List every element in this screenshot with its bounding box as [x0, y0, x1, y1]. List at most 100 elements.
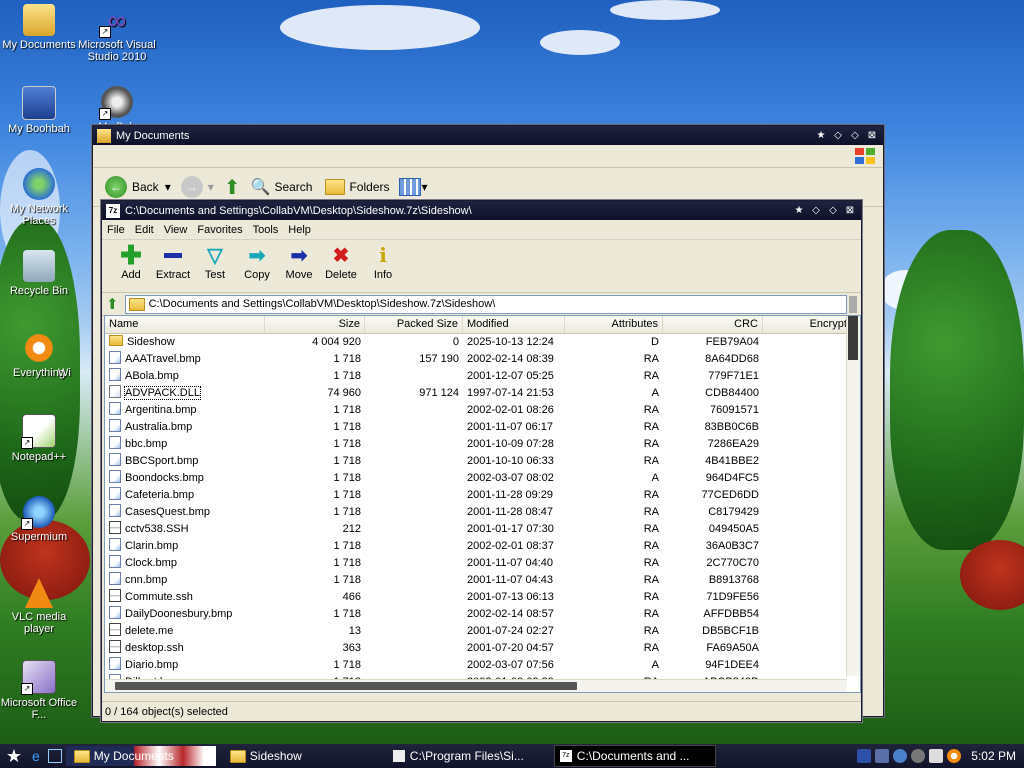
delete-icon: ✖ [332, 244, 350, 267]
table-row[interactable]: Sideshow 4 004 920 0 2025-10-13 12:24 D FEB79… [105, 334, 860, 351]
task-my-documents[interactable]: My Documents [65, 746, 216, 766]
network-icon[interactable] [875, 749, 890, 763]
task-program-files[interactable]: C:\Program Files\Si... [388, 746, 548, 766]
search-label: Search [274, 180, 313, 194]
copy-button[interactable]: ➡ Copy [236, 244, 278, 282]
menu-tools[interactable]: Tools [253, 224, 279, 236]
delete-button[interactable]: ✖ Delete [320, 244, 362, 282]
views-button[interactable]: ▾ [399, 178, 428, 196]
test-button[interactable]: ▽ Test [194, 244, 236, 282]
start-button[interactable]: ★ [0, 744, 28, 768]
my-documents-titlebar[interactable]: My Documents ★ ◇ ◇ ⊠ [93, 126, 883, 145]
table-row[interactable]: DailyDoonesbury.bmp 1 718 2002-02-14 08:57… [105, 606, 860, 623]
close-button[interactable]: ⊠ [843, 204, 857, 218]
table-row[interactable]: Argentina.bmp 1 718 2002-02-01 08:26 RA 7609… [105, 402, 860, 419]
table-row[interactable]: cctv538.SSH 212 2001-01-17 07:30 RA 049450A5 [105, 521, 860, 538]
desktop-icon-recycle-bin[interactable]: Recycle Bin [0, 250, 78, 297]
table-row[interactable]: Australia.bmp 1 718 2001-11-07 06:17 RA 83BB… [105, 419, 860, 436]
pin-star-icon[interactable]: ★ [792, 204, 806, 218]
task-label: C:\Documents and ... [576, 749, 690, 763]
crc-cell: 049450A5 [708, 523, 759, 535]
add-button[interactable]: ✚ Add [110, 240, 152, 282]
maximize-button[interactable]: ◇ [848, 129, 862, 143]
extract-button[interactable]: Extract [152, 244, 194, 281]
volume-icon[interactable] [929, 749, 944, 763]
everything-search-icon[interactable] [947, 749, 962, 763]
table-row[interactable]: CasesQuest.bmp 1 718 2001-11-28 08:47 RA C81… [105, 504, 860, 521]
pin-star-icon[interactable]: ★ [814, 129, 828, 143]
table-row[interactable]: delete.me 13 2001-07-24 02:27 RA DB5BCF1B [105, 623, 860, 640]
file-name-cell: ABola.bmp [105, 368, 265, 385]
column-encrypted[interactable]: Encrypte [763, 316, 858, 333]
desktop-icon-vlc[interactable]: VLC media player [0, 578, 78, 635]
folder-icon [73, 749, 90, 763]
attributes-cell: RA [643, 642, 659, 654]
attributes-cell: RA [643, 421, 659, 433]
move-button[interactable]: ➡ Move [278, 244, 320, 282]
up-folder-icon[interactable]: ⬆ [106, 295, 119, 313]
column-crc[interactable]: CRC [663, 316, 763, 333]
menu-favorites[interactable]: Favorites [197, 224, 242, 236]
column-size[interactable]: Size [265, 316, 365, 333]
desktop-icon-office[interactable]: ↗ Microsoft Office F... [0, 660, 78, 721]
column-name[interactable]: Name [105, 316, 265, 333]
task-sideshow[interactable]: Sideshow [222, 746, 382, 766]
up-folder-button[interactable]: ⬆ [224, 175, 241, 200]
search-button[interactable]: 🔍 Search [251, 177, 313, 197]
info-button[interactable]: i Info [362, 243, 404, 281]
attributes-cell: RA [643, 557, 659, 569]
vertical-scrollbar[interactable] [846, 316, 860, 676]
address-input[interactable]: C:\Documents and Settings\CollabVM\Deskt… [124, 294, 847, 314]
minimize-button[interactable]: ◇ [831, 129, 845, 143]
internet-explorer-icon[interactable]: e [32, 748, 40, 764]
task-7zip[interactable]: 7z C:\Documents and ... [553, 745, 716, 767]
scroll-thumb[interactable] [115, 682, 577, 690]
desktop-icon-my-documents[interactable]: My Documents [0, 4, 78, 51]
table-row[interactable]: ABola.bmp 1 718 2001-12-07 05:25 RA 779F71E1 [105, 368, 860, 385]
menu-view[interactable]: View [164, 224, 188, 236]
desktop-icon-network-places[interactable]: My Network Places [0, 168, 78, 227]
clock[interactable]: 5:02 PM [971, 749, 1016, 763]
menu-edit[interactable]: Edit [135, 224, 154, 236]
forward-button[interactable]: → ▾ [180, 176, 214, 198]
table-row[interactable]: Cafeteria.bmp 1 718 2001-11-28 09:29 RA 77CE… [105, 487, 860, 504]
table-row[interactable]: Clarin.bmp 1 718 2002-02-01 08:37 RA 36A0B3C… [105, 538, 860, 555]
column-packed-size[interactable]: Packed Size [365, 316, 463, 333]
desktop-icon-notepad-plus-plus[interactable]: ↗ Notepad++ [0, 414, 78, 463]
show-desktop-icon[interactable] [47, 749, 62, 763]
table-row[interactable]: cnn.bmp 1 718 2001-11-07 04:43 RA B8913768 [105, 572, 860, 589]
column-attributes[interactable]: Attributes [565, 316, 663, 333]
table-row[interactable]: desktop.ssh 363 2001-07-20 04:57 RA FA69A50A [105, 640, 860, 657]
file-size-cell: 1 718 [333, 353, 361, 365]
table-row[interactable]: bbc.bmp 1 718 2001-10-09 07:28 RA 7286EA29 [105, 436, 860, 453]
close-button[interactable]: ⊠ [865, 129, 879, 143]
table-row[interactable]: Clock.bmp 1 718 2001-11-07 04:40 RA 2C770C70 [105, 555, 860, 572]
scroll-thumb[interactable] [848, 316, 858, 360]
desktop-icon-visual-studio[interactable]: ∞ ↗ Microsoft Visual Studio 2010 [78, 4, 156, 63]
folders-button[interactable]: Folders [322, 179, 389, 195]
column-modified[interactable]: Modified [463, 316, 565, 333]
up-folder-icon: ⬆ [223, 176, 241, 199]
table-row[interactable]: AAATravel.bmp 1 718 157 190 2002-02-14 08:3… [105, 351, 860, 368]
table-row[interactable]: Boondocks.bmp 1 718 2002-03-07 08:02 A 964D4… [105, 470, 860, 487]
minimize-button[interactable]: ◇ [809, 204, 823, 218]
back-button[interactable]: ← Back ▾ [105, 176, 171, 198]
monitor-icon[interactable] [893, 749, 908, 763]
file-name: DailyDoonesbury.bmp [125, 608, 233, 620]
table-row[interactable]: ADVPACK.DLL 74 960 971 124 1997-07-14 21:53… [105, 385, 860, 402]
horizontal-scrollbar[interactable] [105, 679, 847, 692]
address-scroll[interactable] [849, 295, 857, 313]
7zip-titlebar[interactable]: 7z C:\Documents and Settings\CollabVM\De… [102, 201, 861, 220]
table-row[interactable]: Commute.ssh 466 2001-07-13 06:13 RA 71D9FE56 [105, 589, 860, 606]
settings-icon[interactable] [911, 749, 926, 763]
table-row[interactable]: Diario.bmp 1 718 2002-03-07 07:56 A 94F1DEE4 [105, 657, 860, 674]
desktop-icon-my-boohbah[interactable]: My Boohbah [0, 86, 78, 135]
desktop-icon-supermium[interactable]: ↗ Supermium [0, 496, 78, 543]
tool-label: Copy [244, 269, 270, 281]
menu-file[interactable]: File [107, 224, 125, 236]
menu-help[interactable]: Help [288, 224, 311, 236]
maximize-button[interactable]: ◇ [826, 204, 840, 218]
table-row[interactable]: BBCSport.bmp 1 718 2001-10-10 06:33 RA 4B41B… [105, 453, 860, 470]
my-computer-icon [22, 86, 56, 120]
flag-icon[interactable] [857, 749, 872, 763]
